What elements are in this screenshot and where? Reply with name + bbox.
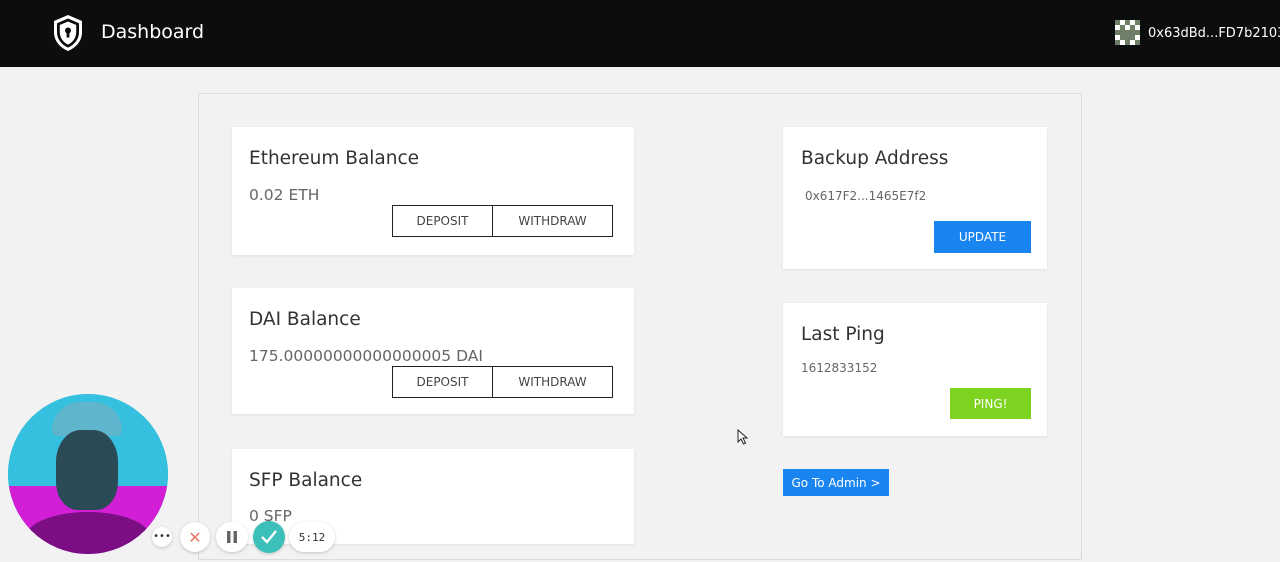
timer-value: 5:12 xyxy=(298,530,326,544)
finish-recording-button[interactable] xyxy=(253,521,285,553)
shield-lock-icon xyxy=(54,15,82,51)
last-ping-value: 1612833152 xyxy=(801,361,878,375)
more-icon: ••• xyxy=(153,531,171,542)
identicon-avatar[interactable] xyxy=(1115,20,1140,45)
dai-balance-card: DAI Balance 175.00000000000000005 DAI DE… xyxy=(232,288,634,414)
wallet-address[interactable]: 0x63dBd...FD7b2103 xyxy=(1148,26,1280,41)
go-to-admin-button[interactable]: Go To Admin > xyxy=(783,469,889,496)
check-icon xyxy=(261,530,277,544)
eth-deposit-button[interactable]: DEPOSIT xyxy=(392,205,493,237)
card-title: SFP Balance xyxy=(249,470,363,491)
update-button[interactable]: UPDATE xyxy=(934,221,1031,253)
recording-timer: 5:12 xyxy=(289,522,335,552)
cancel-recording-button[interactable]: ✕ xyxy=(180,522,210,552)
eth-withdraw-button[interactable]: WITHDRAW xyxy=(492,205,613,237)
more-options-button[interactable]: ••• xyxy=(152,527,172,547)
card-title: Backup Address xyxy=(801,148,949,169)
dai-withdraw-button[interactable]: WITHDRAW xyxy=(492,366,613,398)
eth-balance-value: 0.02 ETH xyxy=(249,186,320,204)
close-icon: ✕ xyxy=(188,527,202,547)
card-title: Last Ping xyxy=(801,324,885,345)
dai-deposit-button[interactable]: DEPOSIT xyxy=(392,366,493,398)
top-bar: Dashboard 0x63dBd...FD7b2103 xyxy=(0,0,1280,67)
last-ping-card: Last Ping 1612833152 PING! xyxy=(783,303,1047,436)
pause-icon xyxy=(227,531,237,543)
page-title: Dashboard xyxy=(101,21,205,43)
backup-address-card: Backup Address 0x617F2...1465E7f2 UPDATE xyxy=(783,127,1047,269)
ping-button[interactable]: PING! xyxy=(950,388,1031,419)
dai-balance-value: 175.00000000000000005 DAI xyxy=(249,347,483,365)
backup-address-value: 0x617F2...1465E7f2 xyxy=(805,189,927,203)
webcam-bubble xyxy=(8,394,168,554)
identicon-cell xyxy=(1135,40,1140,45)
card-title: Ethereum Balance xyxy=(249,148,420,169)
cursor-arrow xyxy=(737,429,749,445)
pause-recording-button[interactable] xyxy=(216,522,248,552)
ethereum-balance-card: Ethereum Balance 0.02 ETH DEPOSIT WITHDR… xyxy=(232,127,634,255)
card-title: DAI Balance xyxy=(249,309,361,330)
